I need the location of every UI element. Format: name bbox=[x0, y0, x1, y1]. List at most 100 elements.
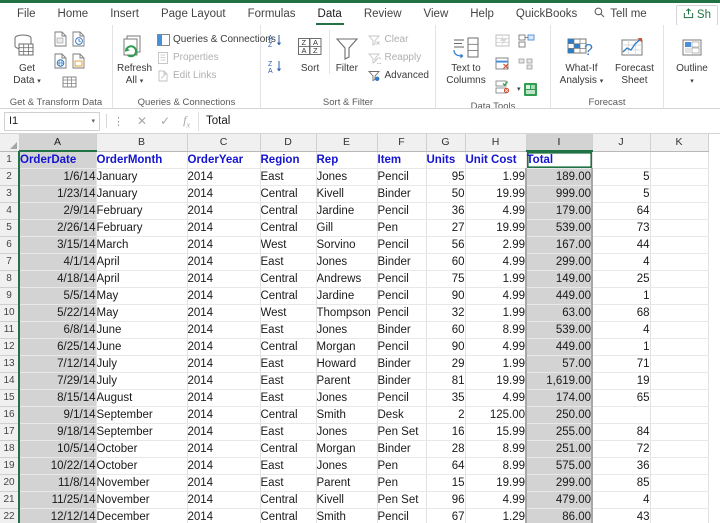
cell-b4[interactable]: February bbox=[96, 202, 188, 220]
cell-h18[interactable]: 8.99 bbox=[464, 440, 527, 458]
cell-d14[interactable]: East bbox=[260, 372, 317, 390]
cell-f11[interactable]: Binder bbox=[377, 321, 427, 339]
get-data-button[interactable]: Get Data ▾ bbox=[4, 30, 50, 86]
cell-g12[interactable]: 90 bbox=[426, 338, 466, 356]
row-header-5[interactable]: 5 bbox=[0, 219, 20, 237]
cell-h12[interactable]: 4.99 bbox=[464, 338, 527, 356]
cell-h6[interactable]: 2.99 bbox=[464, 236, 527, 254]
cell-d2[interactable]: East bbox=[260, 168, 317, 186]
cell-b15[interactable]: August bbox=[96, 389, 188, 407]
cell-g6[interactable]: 56 bbox=[426, 236, 466, 254]
cell-k3[interactable] bbox=[650, 185, 709, 203]
cell-k6[interactable] bbox=[650, 236, 709, 254]
cell-h22[interactable]: 1.29 bbox=[464, 508, 527, 523]
cell-h13[interactable]: 1.99 bbox=[464, 355, 527, 373]
cell-h7[interactable]: 4.99 bbox=[464, 253, 527, 271]
cell-f3[interactable]: Binder bbox=[377, 185, 427, 203]
cell-f22[interactable]: Pencil bbox=[377, 508, 427, 523]
cell-i8[interactable]: 149.00 bbox=[525, 270, 593, 288]
cell-j21[interactable]: 4 bbox=[592, 491, 651, 509]
cell-a11[interactable]: 6/8/14 bbox=[18, 321, 97, 339]
cell-j18[interactable]: 72 bbox=[592, 440, 651, 458]
chevron-down-icon[interactable]: ▾ bbox=[140, 78, 144, 85]
cell-i3[interactable]: 999.00 bbox=[525, 185, 593, 203]
row-header-10[interactable]: 10 bbox=[0, 304, 20, 322]
cell-j5[interactable]: 73 bbox=[592, 219, 651, 237]
cell-c17[interactable]: 2014 bbox=[187, 423, 261, 441]
cell-f19[interactable]: Pen bbox=[377, 457, 427, 475]
ribbon-tab-file[interactable]: File bbox=[6, 4, 47, 25]
cell-a18[interactable]: 10/5/14 bbox=[18, 440, 97, 458]
cell-h8[interactable]: 1.99 bbox=[464, 270, 527, 288]
cell-g21[interactable]: 96 bbox=[426, 491, 466, 509]
cell-a20[interactable]: 11/8/14 bbox=[18, 474, 97, 492]
ribbon-tab-review[interactable]: Review bbox=[353, 4, 413, 25]
cell-e17[interactable]: Jones bbox=[316, 423, 378, 441]
cell-g18[interactable]: 28 bbox=[426, 440, 466, 458]
cell-g7[interactable]: 60 bbox=[426, 253, 466, 271]
row-header-15[interactable]: 15 bbox=[0, 389, 20, 407]
cell-f7[interactable]: Binder bbox=[377, 253, 427, 271]
cell-k10[interactable] bbox=[650, 304, 709, 322]
cell-g19[interactable]: 64 bbox=[426, 457, 466, 475]
reapply-filter-button[interactable]: Reapply bbox=[366, 49, 431, 66]
cell-f16[interactable]: Desk bbox=[377, 406, 427, 424]
cell-k8[interactable] bbox=[650, 270, 709, 288]
cell-j17[interactable]: 84 bbox=[592, 423, 651, 441]
cell-h1[interactable]: Unit Cost bbox=[464, 151, 527, 169]
from-text-csv-icon[interactable] bbox=[52, 31, 69, 52]
cell-a19[interactable]: 10/22/14 bbox=[18, 457, 97, 475]
cell-g15[interactable]: 35 bbox=[426, 389, 466, 407]
cell-a1[interactable]: OrderDate bbox=[18, 151, 97, 169]
share-button[interactable]: Sh bbox=[675, 5, 718, 26]
cell-g4[interactable]: 36 bbox=[426, 202, 466, 220]
cell-b2[interactable]: January bbox=[96, 168, 188, 186]
cell-i1[interactable]: Total bbox=[526, 151, 593, 169]
cell-j2[interactable]: 5 bbox=[592, 168, 651, 186]
cell-e9[interactable]: Jardine bbox=[316, 287, 378, 305]
forecast-sheet-button[interactable]: Forecast Sheet bbox=[610, 30, 659, 86]
cell-a12[interactable]: 6/25/14 bbox=[18, 338, 97, 356]
cell-j8[interactable]: 25 bbox=[592, 270, 651, 288]
cell-f21[interactable]: Pen Set bbox=[377, 491, 427, 509]
ribbon-tab-home[interactable]: Home bbox=[47, 4, 100, 25]
cell-e21[interactable]: Kivell bbox=[316, 491, 378, 509]
row-header-14[interactable]: 14 bbox=[0, 372, 20, 390]
cell-h11[interactable]: 8.99 bbox=[464, 321, 527, 339]
cell-h4[interactable]: 4.99 bbox=[464, 202, 527, 220]
from-table-range-icon[interactable] bbox=[70, 53, 87, 74]
cell-k14[interactable] bbox=[650, 372, 709, 390]
cell-h2[interactable]: 1.99 bbox=[464, 168, 527, 186]
cell-e4[interactable]: Jardine bbox=[316, 202, 378, 220]
cell-e18[interactable]: Morgan bbox=[316, 440, 378, 458]
cell-i13[interactable]: 57.00 bbox=[525, 355, 593, 373]
cell-d7[interactable]: East bbox=[260, 253, 317, 271]
cell-d1[interactable]: Region bbox=[260, 151, 317, 169]
cell-i14[interactable]: 1,619.00 bbox=[525, 372, 593, 390]
cell-b16[interactable]: September bbox=[96, 406, 188, 424]
column-header-k[interactable]: K bbox=[650, 134, 709, 152]
chevron-down-icon[interactable]: ▾ bbox=[37, 78, 41, 85]
cell-i17[interactable]: 255.00 bbox=[525, 423, 593, 441]
outline-button[interactable]: Outline ▾ bbox=[669, 30, 715, 86]
cell-c14[interactable]: 2014 bbox=[187, 372, 261, 390]
cell-b21[interactable]: November bbox=[96, 491, 188, 509]
cell-a9[interactable]: 5/5/14 bbox=[18, 287, 97, 305]
cell-f15[interactable]: Pencil bbox=[377, 389, 427, 407]
cell-f4[interactable]: Pencil bbox=[377, 202, 427, 220]
cell-k11[interactable] bbox=[650, 321, 709, 339]
cell-e22[interactable]: Smith bbox=[316, 508, 378, 523]
column-header-a[interactable]: A bbox=[19, 134, 97, 152]
cell-k16[interactable] bbox=[650, 406, 709, 424]
cell-c8[interactable]: 2014 bbox=[187, 270, 261, 288]
cell-b17[interactable]: September bbox=[96, 423, 188, 441]
cell-b3[interactable]: January bbox=[96, 185, 188, 203]
cell-i11[interactable]: 539.00 bbox=[525, 321, 593, 339]
row-header-18[interactable]: 18 bbox=[0, 440, 20, 458]
cell-k21[interactable] bbox=[650, 491, 709, 509]
cell-k12[interactable] bbox=[650, 338, 709, 356]
cell-e19[interactable]: Jones bbox=[316, 457, 378, 475]
cell-b20[interactable]: November bbox=[96, 474, 188, 492]
cell-a8[interactable]: 4/18/14 bbox=[18, 270, 97, 288]
what-if-analysis-button[interactable]: ? What-If Analysis ▾ bbox=[555, 30, 608, 86]
